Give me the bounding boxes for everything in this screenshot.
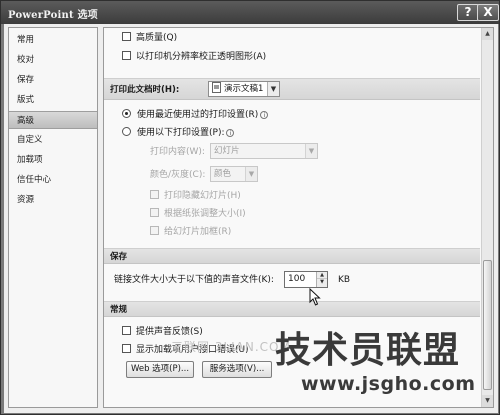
use-following-label: 使用以下打印设置(P): [137, 128, 225, 138]
nav-item-customize[interactable]: 自定义 [9, 131, 97, 149]
print-hidden-label: 打印隐藏幻灯片(H) [164, 191, 241, 201]
nav-item-trust-center[interactable]: 信任中心 [9, 171, 97, 189]
watermark-main-text: 技术员联盟 [275, 330, 461, 371]
powerpoint-options-dialog: PowerPoint 选项 ? X 常用 校对 保存 版式 高级 自定义 加载项… [0, 0, 500, 415]
link-sounds-label: 链接文件大小大于以下值的声音文件(K): [114, 275, 274, 285]
use-following-option[interactable]: 使用以下打印设置(P): i [122, 125, 235, 141]
scale-to-fit-option[interactable]: 根据纸张调整大小(I) [150, 206, 246, 222]
spin-buttons[interactable]: ▲ ▼ [316, 272, 327, 287]
link-sounds-spinner[interactable]: 100 ▲ ▼ [284, 271, 328, 288]
frame-slides-option[interactable]: 给幻灯片加框(R) [150, 224, 231, 240]
print-what-label: 打印内容(W): [150, 147, 205, 157]
use-following-radio[interactable] [122, 127, 131, 136]
title-bar[interactable]: PowerPoint 选项 ? X [1, 1, 499, 24]
nav-item-advanced[interactable]: 高级 [9, 111, 97, 129]
dialog-title: PowerPoint 选项 [8, 10, 98, 21]
align-transparent-label: 以打印机分辨率校正透明图形(A) [136, 52, 267, 62]
category-nav: 常用 校对 保存 版式 高级 自定义 加载项 信任中心 资源 [8, 27, 98, 408]
print-hidden-option[interactable]: 打印隐藏幻灯片(H) [150, 188, 241, 204]
frame-slides-checkbox[interactable] [150, 226, 159, 235]
high-quality-label: 高质量(Q) [136, 33, 178, 43]
high-quality-checkbox[interactable] [122, 32, 131, 41]
document-icon [212, 82, 221, 93]
web-options-button[interactable]: Web 选项(P)... [126, 361, 194, 378]
save-section-header: 保存 [104, 248, 480, 264]
use-recent-label: 使用最近使用过的打印设置(R) [137, 110, 259, 120]
nav-item-resources[interactable]: 资源 [9, 191, 97, 209]
sound-feedback-label: 提供声音反馈(S) [136, 327, 203, 337]
nav-item-save[interactable]: 保存 [9, 71, 97, 89]
general-section-header: 常规 [104, 301, 480, 317]
color-label: 颜色/灰度(C): [150, 170, 206, 180]
nav-item-proofing[interactable]: 校对 [9, 51, 97, 69]
info-icon: i [260, 111, 269, 119]
spin-up-icon[interactable]: ▲ [317, 272, 327, 279]
print-hidden-checkbox[interactable] [150, 190, 159, 199]
align-transparent-option[interactable]: 以打印机分辨率校正透明图形(A) [122, 49, 266, 65]
print-what-value: 幻灯片 [214, 146, 240, 156]
scale-to-fit-checkbox[interactable] [150, 208, 159, 217]
nav-item-general[interactable]: 常用 [9, 31, 97, 49]
watermark-url-text: www.jsgho.com [301, 373, 476, 395]
color-value: 颜色 [214, 169, 232, 179]
nav-item-layout[interactable]: 版式 [9, 91, 97, 109]
frame-slides-label: 给幻灯片加框(R) [164, 227, 232, 237]
chevron-down-icon[interactable]: ▼ [267, 82, 279, 96]
kb-unit-label: KB [338, 275, 351, 285]
print-doc-section: 打印此文档时(H): [104, 78, 480, 100]
service-options-button[interactable]: 服务选项(V)... [202, 361, 272, 378]
align-transparent-checkbox[interactable] [122, 51, 131, 60]
spin-down-icon[interactable]: ▼ [317, 279, 327, 286]
high-quality-option[interactable]: 高质量(Q) [122, 30, 177, 46]
chevron-down-icon[interactable]: ▼ [305, 144, 317, 158]
nav-item-addins[interactable]: 加载项 [9, 151, 97, 169]
print-what-select[interactable]: 幻灯片 ▼ [210, 143, 318, 159]
scale-to-fit-label: 根据纸张调整大小(I) [164, 209, 246, 219]
help-button[interactable]: ? [457, 4, 479, 21]
close-button[interactable]: X [477, 4, 499, 21]
print-doc-value: 演示文稿1 [224, 84, 264, 94]
scroll-up-icon[interactable]: ▲ [482, 28, 493, 40]
addin-errors-checkbox[interactable] [122, 344, 131, 353]
chevron-down-icon[interactable]: ▼ [245, 167, 257, 181]
color-select[interactable]: 颜色 ▼ [210, 166, 258, 182]
link-sounds-value[interactable]: 100 [288, 272, 305, 287]
use-recent-radio[interactable] [122, 109, 131, 118]
use-recent-option[interactable]: 使用最近使用过的打印设置(R) i [122, 107, 269, 123]
info-icon: i [226, 129, 235, 137]
mouse-cursor-icon [309, 288, 321, 306]
print-doc-label: 打印此文档时(H): [110, 85, 180, 95]
site-watermark: 技术员联盟 www.jsgho.com [271, 321, 496, 411]
print-doc-select[interactable]: 演示文稿1 ▼ [208, 81, 280, 97]
sound-feedback-checkbox[interactable] [122, 326, 131, 335]
